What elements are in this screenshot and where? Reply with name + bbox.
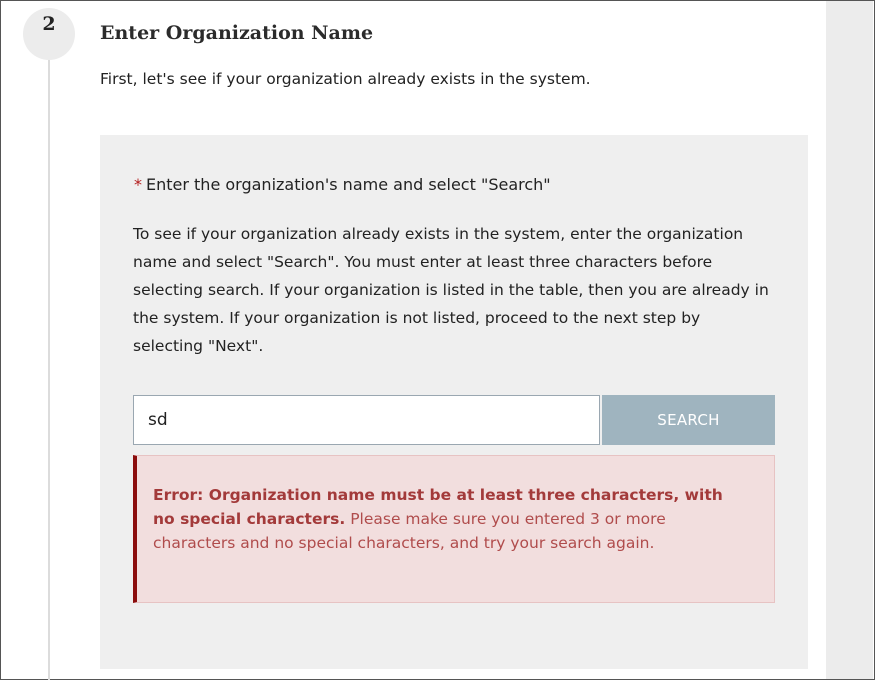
search-field-label-text: Enter the organization's name and select… [146,175,551,194]
step-number-badge: 2 [23,8,75,60]
step-title: Enter Organization Name [100,22,374,44]
search-card: * Enter the organization's name and selec… [100,135,808,669]
step-number: 2 [42,13,56,35]
error-alert: Error: Organization name must be at leas… [133,455,775,603]
right-side-panel [826,1,873,679]
required-asterisk: * [134,175,142,194]
organization-name-input[interactable] [133,395,600,445]
search-field-label: * Enter the organization's name and selec… [134,175,551,194]
step-description: First, let's see if your organization al… [100,70,591,88]
step-progress-rail [48,50,50,680]
search-help-text: To see if your organization already exis… [133,225,769,355]
search-button[interactable]: SEARCH [602,395,775,445]
